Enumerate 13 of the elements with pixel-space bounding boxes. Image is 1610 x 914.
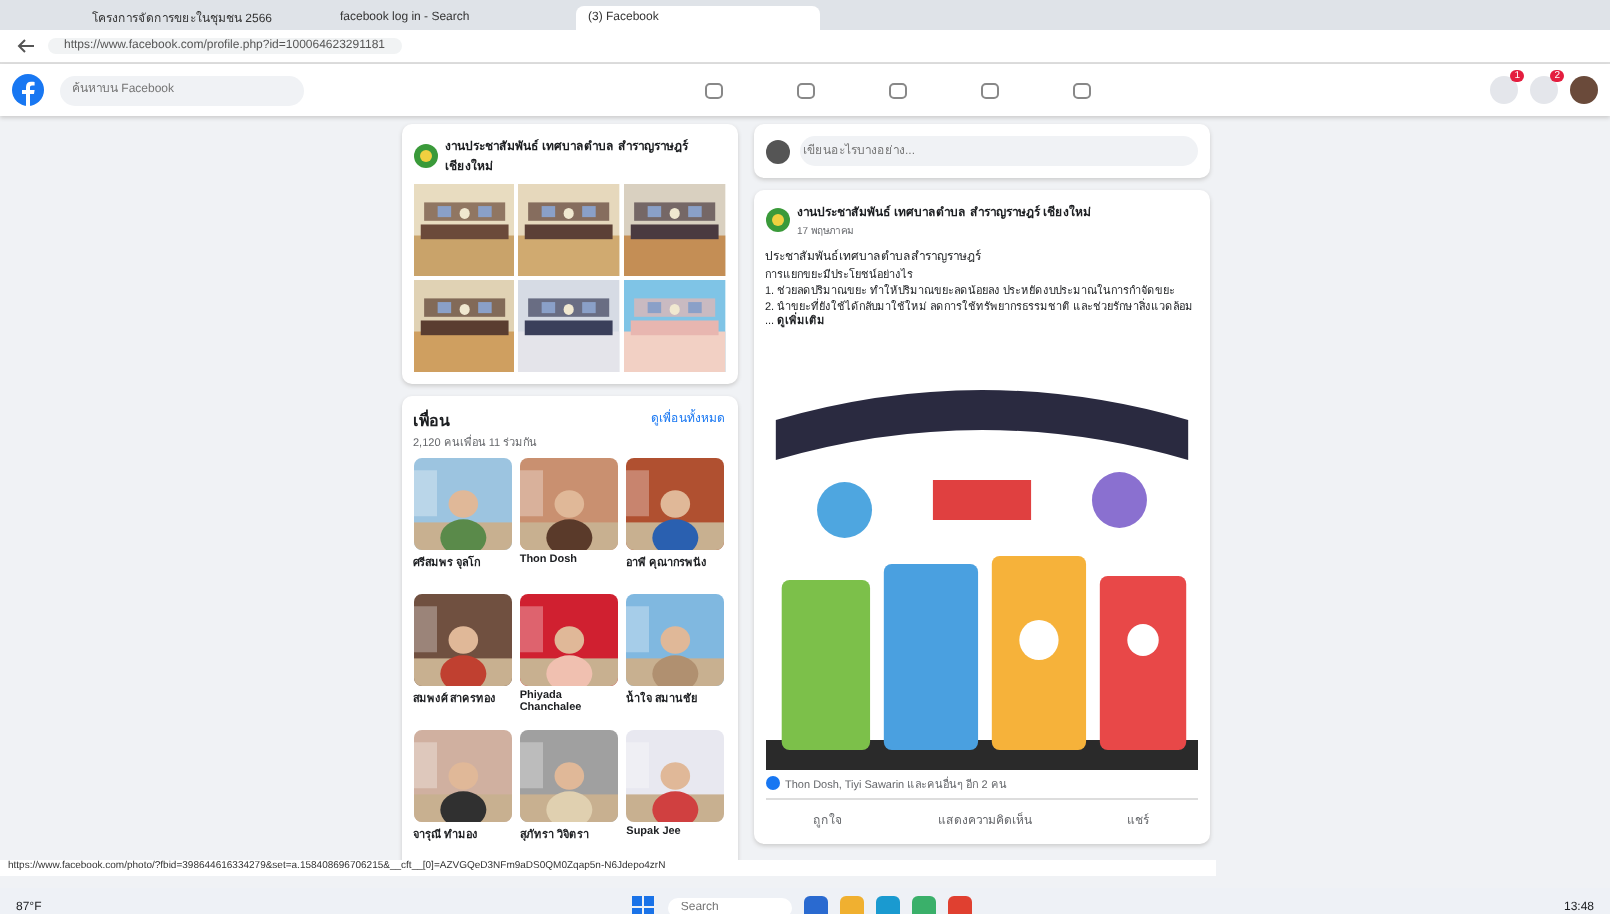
avatar [765, 139, 789, 163]
app-icon[interactable] [948, 896, 973, 914]
avatar[interactable] [1570, 76, 1598, 104]
section-title: เพื่อน [413, 408, 449, 434]
page-logo-icon[interactable] [413, 144, 437, 168]
app-icon[interactable] [804, 896, 829, 914]
like-icon [765, 776, 779, 791]
app-icon[interactable] [912, 896, 937, 914]
back-icon[interactable] [16, 38, 36, 54]
logo-icon[interactable] [12, 74, 44, 106]
page-logo-icon[interactable] [765, 208, 789, 232]
app-icon[interactable] [876, 896, 901, 914]
start-icon[interactable] [632, 896, 657, 914]
